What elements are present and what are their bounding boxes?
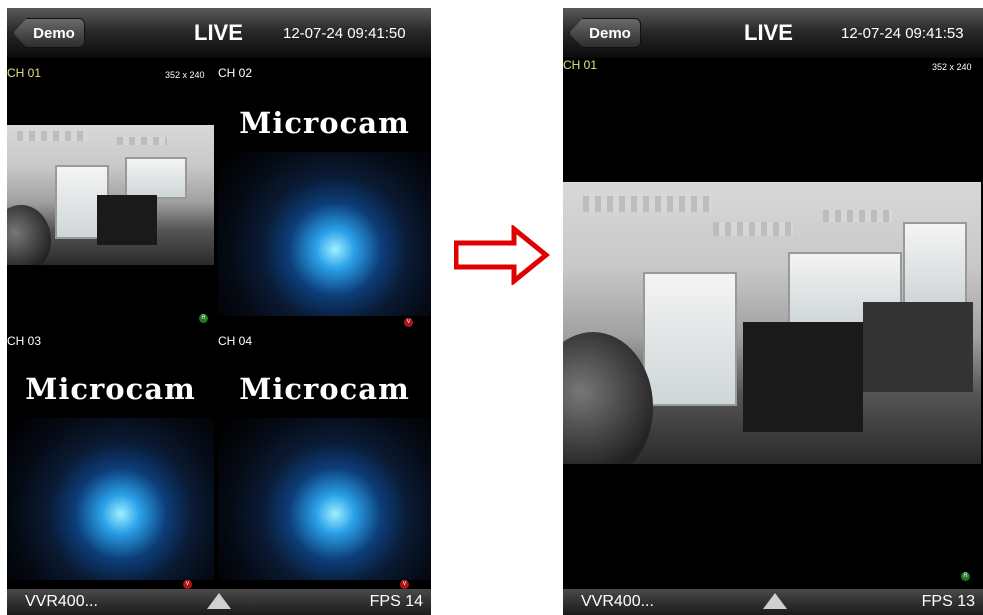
channel-label-ch01: CH 01 [7, 66, 42, 80]
microcam-logo-image: Microcam [218, 360, 431, 580]
fps-display: FPS 14 [369, 593, 423, 610]
triangle-up-icon[interactable] [207, 593, 231, 609]
video-loss-badge: V [183, 580, 192, 589]
microcam-logo-image: Microcam [7, 360, 214, 580]
channel-feed-ch02[interactable]: Microcam V [218, 94, 431, 328]
fps-display: FPS 13 [921, 593, 975, 610]
microcam-logo-image: Microcam [218, 94, 431, 316]
bottom-toolbar: VVR400... FPS 14 [7, 589, 431, 615]
record-badge: R [961, 572, 970, 581]
screen-title: LIVE [194, 20, 243, 45]
single-view-screen: Demo LIVE 12-07-24 09:41:53 CH 01 352 x … [563, 8, 983, 615]
resolution-label: 352 x 240 [165, 70, 205, 80]
datetime-display: 12-07-24 09:41:50 [283, 25, 406, 42]
right-arrow-icon [454, 225, 550, 285]
video-loss-badge: V [400, 580, 409, 589]
record-badge: R [199, 314, 208, 323]
device-name[interactable]: VVR400... [581, 593, 654, 611]
channel-feed-ch03[interactable]: Microcam V [7, 360, 215, 590]
screen-title: LIVE [744, 20, 793, 45]
quad-view-screen: Demo LIVE 12-07-24 09:41:50 CH 01 352 x … [7, 8, 431, 615]
channel-label-ch02: CH 02 [218, 66, 253, 80]
triangle-up-icon[interactable] [763, 593, 787, 609]
channel-label-ch03: CH 03 [7, 334, 42, 348]
navigation-bar: Demo LIVE 12-07-24 09:41:50 [7, 8, 431, 58]
navigation-bar: Demo LIVE 12-07-24 09:41:53 [563, 8, 983, 58]
datetime-display: 12-07-24 09:41:53 [841, 25, 964, 42]
back-button[interactable]: Demo [13, 18, 85, 48]
logo-text: Microcam [239, 372, 410, 406]
channel-feed-ch04[interactable]: Microcam V [218, 360, 431, 590]
device-name[interactable]: VVR400... [25, 593, 98, 611]
back-button[interactable]: Demo [569, 18, 641, 48]
channel-feed-ch01[interactable]: R [563, 76, 983, 586]
camera-image [563, 182, 981, 464]
channel-feed-ch01[interactable]: R [7, 83, 215, 328]
channel-label-ch04: CH 04 [218, 334, 253, 348]
logo-text: Microcam [239, 106, 410, 140]
channel-label-ch01: CH 01 [563, 58, 598, 72]
resolution-label: 352 x 240 [932, 62, 972, 72]
camera-image [7, 125, 214, 265]
logo-text: Microcam [25, 372, 196, 406]
video-loss-badge: V [404, 318, 413, 327]
bottom-toolbar: VVR400... FPS 13 [563, 589, 983, 615]
